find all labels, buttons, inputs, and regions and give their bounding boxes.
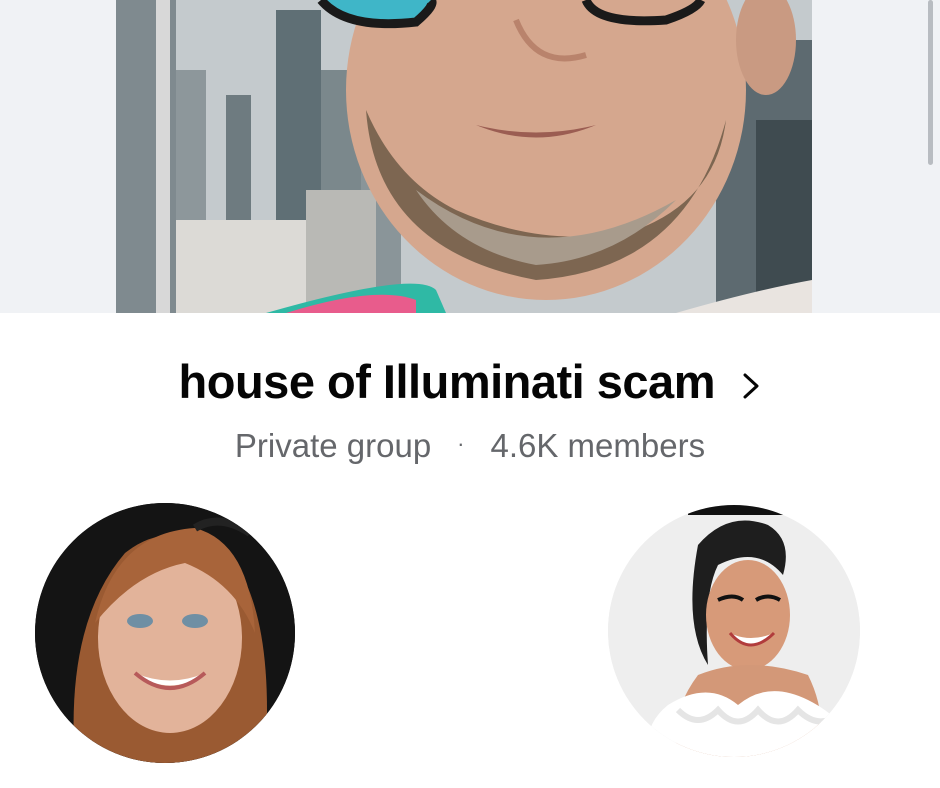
member-avatar-icon bbox=[608, 505, 860, 757]
separator-dot: · bbox=[457, 431, 465, 457]
group-meta: Private group · 4.6K members bbox=[0, 424, 940, 468]
member-avatar-left[interactable] bbox=[35, 503, 295, 763]
member-avatar-right[interactable] bbox=[608, 505, 860, 757]
member-count[interactable]: 4.6K members bbox=[491, 427, 706, 464]
chevron-right-icon[interactable] bbox=[741, 371, 761, 401]
group-cover-photo[interactable] bbox=[116, 0, 812, 313]
group-name[interactable]: house of Illuminati scam bbox=[179, 350, 716, 414]
cover-photo-image bbox=[116, 0, 812, 313]
member-avatar-icon bbox=[35, 503, 295, 763]
scrollbar[interactable] bbox=[928, 0, 933, 165]
group-privacy: Private group bbox=[234, 427, 432, 464]
group-title-row[interactable]: house of Illuminati scam bbox=[0, 350, 940, 414]
